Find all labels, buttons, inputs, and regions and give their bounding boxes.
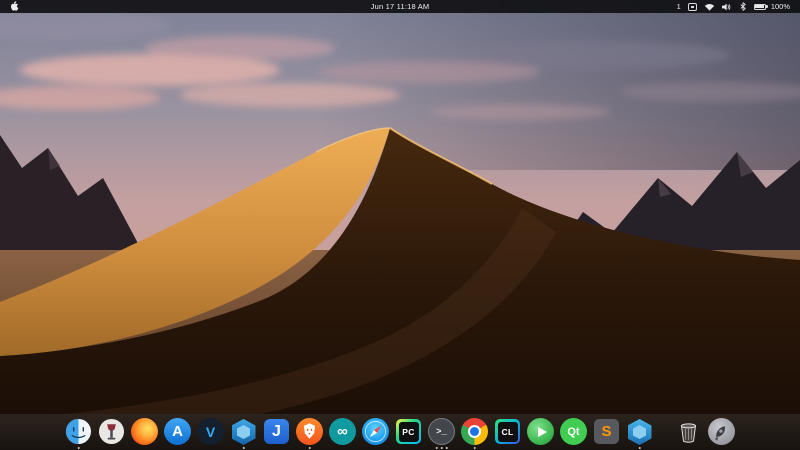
dock-vscodium[interactable]: V: [197, 415, 225, 450]
menubar-status-area: 1 100%: [677, 2, 790, 11]
dock-qt-creator[interactable]: Qt: [560, 415, 588, 450]
dock-arduino[interactable]: ∞: [329, 415, 357, 450]
terminal-icon: >_: [428, 418, 455, 445]
desktop: Jun 17 11:18 AM 1: [0, 0, 800, 450]
pycharm-letters: PC: [399, 422, 419, 442]
wallpaper-mojave: [0, 0, 800, 450]
hexagon-app-2-icon: [628, 419, 652, 445]
clion-letters: CL: [498, 422, 518, 442]
brave-icon: [296, 418, 323, 445]
qt-letters: Qt: [567, 426, 579, 438]
safari-icon: [362, 418, 389, 445]
app-store-letter: A: [172, 423, 183, 440]
dock-wine-utility[interactable]: [98, 415, 126, 450]
clion-icon: CL: [495, 419, 520, 444]
dock-app-store[interactable]: A: [164, 415, 192, 450]
dock-firefox[interactable]: [131, 415, 159, 450]
dock-finder[interactable]: [65, 415, 93, 450]
dock-safari[interactable]: [362, 415, 390, 450]
media-player-icon: [527, 418, 554, 445]
battery-indicator[interactable]: 100%: [754, 2, 790, 11]
battery-icon: [754, 4, 768, 10]
hexagon-app-icon: [232, 419, 256, 445]
running-indicator: [77, 447, 80, 450]
trash-icon: [675, 418, 702, 445]
j-app-icon: J: [264, 419, 289, 444]
rocket-icon: [708, 418, 735, 445]
sublime-text-icon: S: [594, 419, 619, 444]
dock-media-player[interactable]: [527, 415, 555, 450]
running-indicator: [638, 447, 641, 450]
running-indicator: [435, 447, 448, 450]
battery-percent: 100%: [771, 2, 790, 11]
apple-logo-icon: [10, 1, 19, 12]
dock-clion[interactable]: CL: [494, 415, 522, 450]
running-indicator: [242, 447, 245, 450]
firefox-icon: [131, 418, 158, 445]
volume-icon[interactable]: [722, 3, 732, 11]
dock-hexagon-app-2[interactable]: [626, 415, 654, 450]
workspace-indicator[interactable]: 1: [677, 2, 681, 11]
dock-sublime-text[interactable]: S: [593, 415, 621, 450]
finder-icon: [65, 418, 92, 445]
running-indicator: [308, 447, 311, 450]
wine-utility-icon: [98, 418, 125, 445]
bluetooth-icon[interactable]: [739, 2, 747, 11]
menubar-clock[interactable]: Jun 17 11:18 AM: [371, 2, 430, 11]
wifi-icon[interactable]: [704, 3, 715, 11]
input-menu-icon[interactable]: [688, 3, 697, 11]
arduino-infinity: ∞: [337, 423, 348, 440]
dock: A V J: [0, 414, 800, 450]
app-store-icon: A: [164, 418, 191, 445]
sublime-letter: S: [601, 423, 611, 440]
j-app-letter: J: [272, 423, 281, 441]
dock-brave[interactable]: [296, 415, 324, 450]
dock-trash[interactable]: [675, 415, 703, 450]
chrome-icon: [461, 418, 488, 445]
arduino-icon: ∞: [329, 418, 356, 445]
running-indicator: [473, 447, 476, 450]
dock-chrome[interactable]: [461, 415, 489, 450]
terminal-prompt: >_: [436, 427, 447, 437]
vscodium-letter: V: [206, 424, 215, 440]
menu-bar: Jun 17 11:18 AM 1: [0, 0, 800, 13]
dock-hexagon-app[interactable]: [230, 415, 258, 450]
pycharm-icon: PC: [396, 419, 421, 444]
dock-terminal[interactable]: >_: [428, 415, 456, 450]
dock-j-app[interactable]: J: [263, 415, 291, 450]
vscodium-icon: V: [197, 418, 224, 445]
dock-pycharm[interactable]: PC: [395, 415, 423, 450]
apple-menu[interactable]: [10, 1, 19, 12]
dock-rocket-launcher[interactable]: [708, 415, 736, 450]
qt-creator-icon: Qt: [560, 418, 587, 445]
